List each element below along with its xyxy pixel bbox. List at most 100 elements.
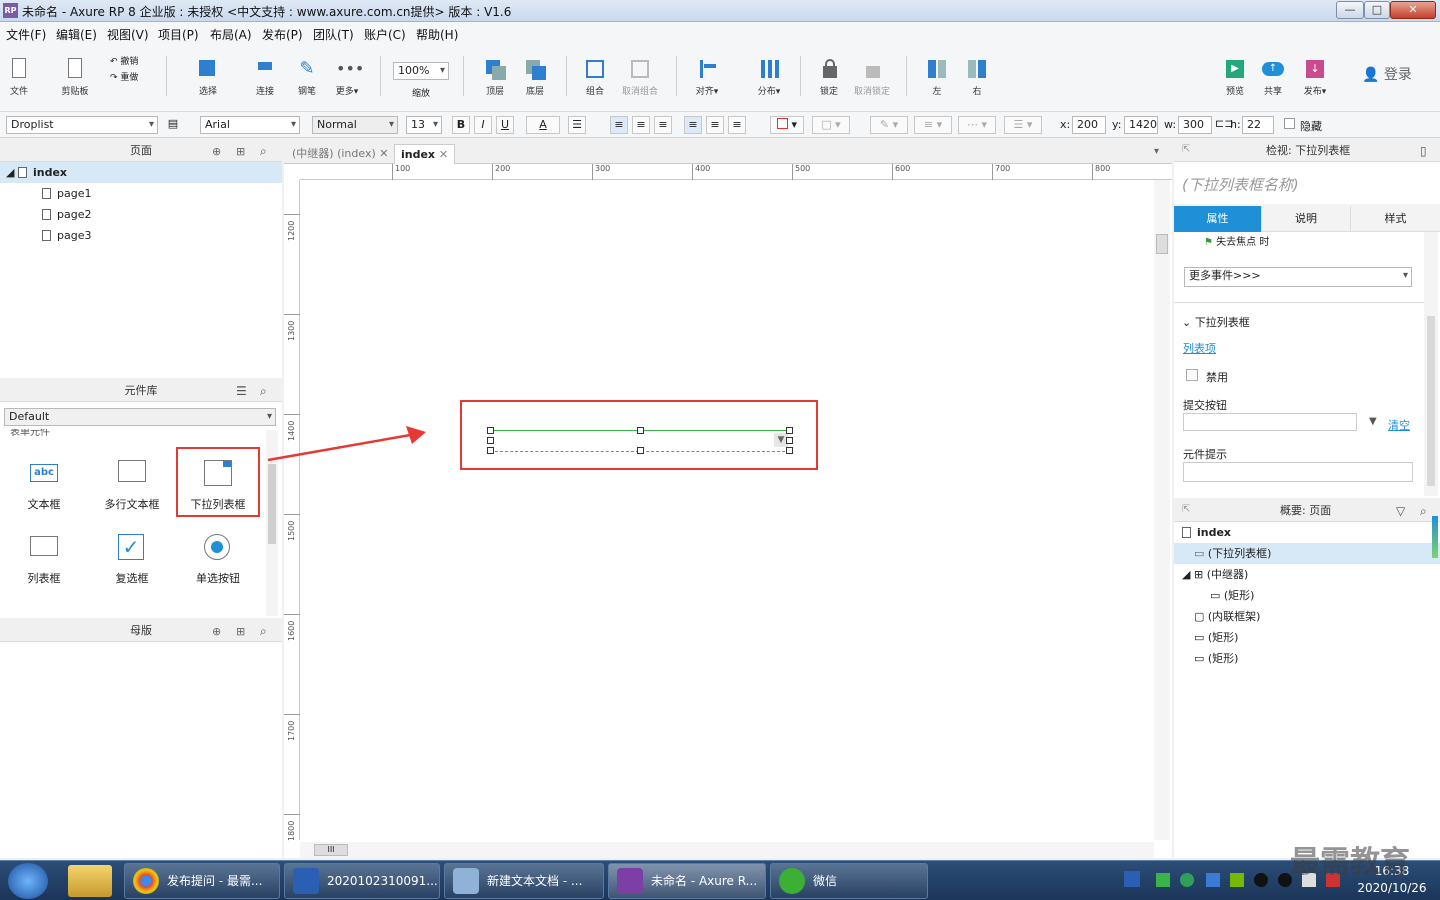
redo-button[interactable]: ↷ 重做 [110,70,138,83]
menu-icon[interactable]: ☰ [236,384,247,398]
menu-edit[interactable]: 编辑(E) [56,26,97,43]
h-input[interactable]: 22 [1242,116,1274,134]
menu-view[interactable]: 视图(V) [107,26,149,43]
pin-icon[interactable]: ⇱ [1182,144,1190,155]
bring-to-front-button[interactable]: 顶层 [480,58,510,97]
close-icon[interactable]: ✕ [379,147,388,160]
tray-nvidia-icon[interactable] [1230,873,1244,887]
resize-handle[interactable] [786,437,793,444]
more-button[interactable]: ••• 更多▾ [330,58,365,97]
font-size-select[interactable]: 13 [406,116,442,134]
ungroup-button[interactable]: 取消组合 [618,58,662,97]
lock-button[interactable]: 锁定 [814,58,844,97]
right-panel-toggle[interactable]: 右 [962,58,992,97]
tray-icon[interactable] [1156,873,1170,887]
outline-item[interactable]: ▢ (内联框架) [1174,606,1440,627]
vertical-scrollbar[interactable] [1154,180,1170,840]
resize-handle[interactable] [487,427,494,434]
page-tree-item[interactable]: page2 [0,204,282,225]
align-left-icon[interactable]: ≡ [610,116,628,134]
search-icon[interactable]: ⌕ [260,624,267,639]
line-color-button[interactable]: ✎ ▾ [870,116,908,134]
line-width-button[interactable]: ≡ ▾ [914,116,952,134]
undo-button[interactable]: ↶ 撤销 [110,54,138,67]
menu-layout[interactable]: 布局(A) [210,26,252,43]
bullet-list-icon[interactable]: ☰ [568,116,586,134]
w-input[interactable]: 300 [1178,116,1212,134]
resize-handle[interactable] [786,447,793,454]
line-style-button[interactable]: ⋯ ▾ [958,116,996,134]
resize-handle[interactable] [786,427,793,434]
submit-button-select[interactable] [1183,413,1357,431]
valign-middle-icon[interactable]: ≡ [706,116,724,134]
y-input[interactable]: 1420 [1124,116,1158,134]
preview-button[interactable]: ▶ 预览 [1220,58,1250,97]
resize-handle[interactable] [487,437,494,444]
shadow-button[interactable]: □ ▾ [812,116,850,134]
send-to-back-button[interactable]: 底层 [520,58,550,97]
maximize-button[interactable]: □ [1364,1,1390,19]
file-button[interactable]: 文件 [4,58,34,97]
connect-button[interactable]: 连接 [250,58,280,97]
font-family-select[interactable]: Arial [200,116,300,134]
clear-link[interactable]: 清空 [1388,417,1410,433]
disabled-checkbox[interactable] [1186,369,1198,381]
outline-item[interactable]: ▭ (下拉列表框) [1174,543,1440,564]
event-lost-focus[interactable]: ⚑ 失去焦点 时 [1204,233,1269,248]
page-icon[interactable]: ▯ [1420,144,1427,158]
outline-item[interactable]: ▭ (矩形) [1174,585,1440,606]
tooltip-input[interactable] [1183,462,1413,482]
distribute-button[interactable]: 分布▾ [752,58,786,97]
clock-date[interactable]: 2020/10/26 [1348,881,1436,895]
align-button[interactable]: 对齐▾ [690,58,724,97]
outline-item[interactable]: index [1174,522,1440,543]
arrow-style-button[interactable]: ☰ ▾ [1004,116,1042,134]
resize-handle[interactable] [637,447,644,454]
style-edit-icon[interactable]: ▤ [164,116,182,134]
menu-publish[interactable]: 发布(P) [262,26,303,43]
tab-index[interactable]: index ✕ [394,144,456,164]
tray-shield-icon[interactable] [1206,873,1220,887]
page-tree-item[interactable]: page3 [0,225,282,246]
login-button[interactable]: 👤 登录 [1362,64,1412,84]
tab-properties[interactable]: 属性 [1174,206,1262,232]
valign-bottom-icon[interactable]: ≡ [728,116,746,134]
italic-button[interactable]: I [474,116,492,134]
droplist-section-header[interactable]: ⌄ 下拉列表框 [1182,314,1250,330]
outline-item[interactable]: ◢ ⊞ (中继器) [1174,564,1440,585]
tab-style[interactable]: 样式 [1351,206,1440,232]
resize-handle[interactable] [487,447,494,454]
tray-qq-icon[interactable] [1254,873,1268,887]
group-button[interactable]: 组合 [580,58,610,97]
minimize-button[interactable]: — [1336,1,1364,19]
start-button[interactable] [8,863,48,899]
library-select[interactable]: Default [4,408,276,426]
outline-item[interactable]: ▭ (矩形) [1174,627,1440,648]
widget-radio[interactable]: 单选按钮 [178,534,258,586]
taskbar-item-axure[interactable]: 未命名 - Axure R... [608,863,766,899]
pen-button[interactable]: ✎ 钢笔 [292,58,322,97]
font-color-button[interactable]: A [526,116,560,134]
unlock-button[interactable]: 取消锁定 [852,58,892,97]
chevron-down-icon[interactable]: ▼ [1369,416,1377,427]
outline-item[interactable]: ▭ (矩形) [1174,648,1440,669]
share-button[interactable]: ↑ 共享 [1258,58,1288,97]
publish-button[interactable]: ↓ 发布▾ [1298,58,1332,97]
widget-checkbox[interactable]: ✓ 复选框 [92,534,172,586]
menu-file[interactable]: 文件(F) [6,26,46,43]
filter-icon[interactable]: ▽ [1396,504,1405,518]
search-icon[interactable]: ⌕ [260,144,267,159]
align-center-icon[interactable]: ≡ [632,116,650,134]
underline-button[interactable]: U [496,116,514,134]
taskbar-item-notepad[interactable]: 新建文本文档 - ... [444,863,604,899]
search-icon[interactable]: ⌕ [1420,504,1427,519]
left-panel-toggle[interactable]: 左 [922,58,952,97]
close-button[interactable]: ✕ [1390,1,1436,19]
font-style-select[interactable]: Normal [312,116,398,134]
align-right-icon[interactable]: ≡ [654,116,672,134]
page-tree-item[interactable]: ◢ index [0,162,282,183]
file-explorer-icon[interactable] [68,865,112,897]
clipboard-button[interactable]: 剪贴板 [58,58,92,97]
add-page-icon[interactable]: ⊕ [212,145,221,158]
ime-icon[interactable] [1124,871,1140,887]
